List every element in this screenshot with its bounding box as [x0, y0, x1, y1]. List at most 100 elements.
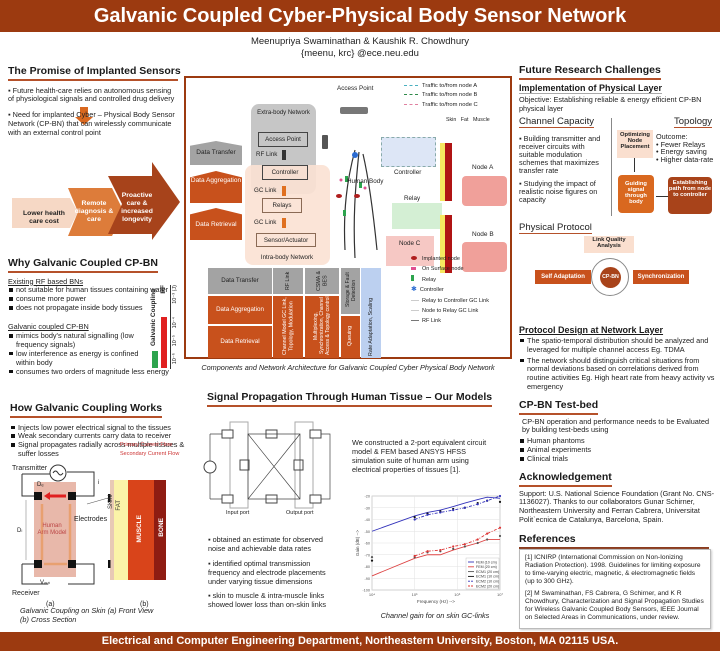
sensor-actuator-box: Sensor/Actuator — [256, 233, 316, 247]
testbed-item: Clinical trials — [519, 454, 715, 464]
gc-text: Channel Model GC Link, Topology, Modulat… — [281, 297, 294, 355]
x-tick-label: 10⁷ — [497, 592, 503, 597]
testbed-title: CP-BN Test-bed — [519, 399, 599, 415]
legend-rf-link: RF Link — [411, 316, 489, 326]
table-cell-gc: Channel Model GC Link, Topology, Modulat… — [273, 296, 303, 358]
surface-node-marker — [339, 178, 343, 182]
relay-marker — [343, 210, 346, 216]
down-arrow-icon — [634, 158, 635, 172]
y-tick-label: -30 — [365, 506, 371, 510]
tissue-muscle: Muscle — [472, 117, 490, 123]
layer-data-retrieval: Data Retrieval — [190, 208, 242, 240]
testbed-intro: CP-BN operation and performance needs to… — [522, 416, 709, 435]
table-row-data-transfer: Data Transfer — [208, 268, 272, 294]
rf-bar-label: RF — [160, 285, 167, 294]
gc-list: mimics body's natural signalling (low fr… — [8, 331, 148, 368]
energy-tick: 10⁻⁴ — [172, 317, 178, 329]
router-icon — [340, 107, 368, 114]
table-row-data-aggregation: Data Aggregation — [208, 296, 272, 324]
data-point — [486, 538, 489, 541]
data-point — [452, 547, 455, 550]
bone-label: BONE — [158, 518, 165, 537]
y-tick-label: -80 — [365, 565, 371, 569]
data-point — [498, 526, 502, 529]
data-point — [370, 559, 374, 562]
node-c-label: Node C — [399, 240, 421, 247]
implanted-node-marker — [336, 194, 342, 198]
rf-link-arrow-icon — [282, 150, 286, 160]
protocol-item: The spatio-temporal distribution should … — [519, 336, 715, 355]
transmitter-label: Transmitter — [12, 465, 48, 472]
legend-controller-label: Controller — [419, 287, 444, 294]
receiver-label: Receiver — [12, 590, 40, 597]
circuit-outer-wires — [209, 433, 331, 500]
cc-bullets: ▪ Building transmitter and receiver circ… — [519, 134, 609, 204]
traffic-b: Traffic to/from node B — [404, 91, 478, 100]
gc-link-label-1: GC Link — [254, 187, 277, 194]
ack-section: Acknowledgement Support: U.S. National S… — [519, 471, 715, 525]
y-axis-label: Gain (dB) --> — [355, 530, 360, 557]
traffic-c-label: Traffic to/from node C — [422, 101, 478, 108]
data-point — [439, 548, 442, 552]
electrodes-label: Electrodes — [74, 516, 108, 523]
arrow-label-1: Lower health care cost — [23, 210, 65, 226]
zc-impedance — [309, 494, 322, 504]
energy-tick: 10⁻⁵ — [172, 335, 178, 347]
signal-bullet: ▪ identified optimal transmission freque… — [208, 558, 326, 586]
data-point — [476, 538, 479, 541]
input-port-label: Input port — [226, 510, 250, 516]
y-tick-label: -60 — [365, 542, 371, 546]
legend-primary: Primary Current Flow — [120, 442, 172, 448]
node-a-label: Node A — [472, 164, 494, 171]
access-point-box: Access Point — [258, 132, 308, 147]
tissue-fat: Fat — [460, 117, 469, 123]
link-quality-box: Link Quality Analysis — [584, 236, 634, 253]
surface-node-marker — [363, 186, 367, 190]
implanted-node-marker — [354, 194, 360, 198]
future-title: Future Research Challenges — [519, 64, 661, 80]
de-label: Dₑ — [37, 482, 44, 488]
legend-entry: ECM2 (10 cm) — [476, 580, 499, 584]
table-cell-storage: Storage & Fault Detection — [341, 268, 360, 314]
gc-item: consumes two orders of magnitude less en… — [8, 367, 183, 377]
electrode-icon — [34, 492, 42, 500]
cc-bullet: ▪ Building transmitter and receiver circ… — [519, 134, 601, 176]
tissue-skin: Skin — [446, 117, 457, 123]
legend-entry: ECM1 (10 cm) — [476, 575, 499, 579]
data-point — [463, 506, 466, 509]
layer-data-transfer: Data Transfer — [190, 141, 242, 165]
legend-surface-label: On Surface node — [422, 266, 464, 273]
x-tick-label: 10⁵ — [412, 592, 418, 597]
energy-axis-ticks: 10⁻⁶ 10⁻⁵ 10⁻⁴ 10⁻³ (J) — [172, 285, 182, 369]
legend-node-relay: Node to Relay GC Link — [411, 306, 489, 316]
table-cell-queuing: Queuing — [341, 316, 360, 358]
queuing-text: Queuing — [347, 325, 354, 347]
signal-title: Signal Propagation Through Human Tissue … — [207, 391, 493, 407]
rf-item: does not propagate inside body tissues — [8, 303, 148, 313]
human-body-figure — [336, 149, 378, 259]
architecture-legend: Implanted node On Surface node Relay ✱ Co… — [411, 254, 489, 327]
legend-rf-link-label: RF Link — [422, 318, 441, 325]
protocol-section: Protocol Design at Network Layer The spa… — [519, 325, 715, 392]
zc-impedance — [221, 494, 234, 504]
outcome-block: Outcome: • Fewer Relays • Energy saving … — [656, 133, 713, 164]
energy-tick: 10⁻³ (J) — [172, 285, 178, 304]
legend-entry: ECM1 (20 cm) — [476, 570, 499, 574]
legend-relay-label: Relay — [422, 276, 437, 283]
legend-surface: On Surface node — [411, 264, 489, 274]
gc-link-label-2: GC Link — [254, 219, 277, 226]
relays-box: Relays — [262, 198, 302, 213]
electrode-icon — [68, 492, 76, 500]
authors: Meenupriya Swaminathan & Kaushik R. Chow… — [250, 36, 470, 47]
protocol-title: Protocol Design at Network Layer — [519, 325, 664, 335]
mux-text: Multiplexing, Synchronization, Channel A… — [313, 296, 331, 356]
data-point — [413, 516, 416, 519]
node-a-block — [462, 176, 507, 206]
traffic-a-label: Traffic to/from node A — [422, 83, 478, 89]
rate-text: Rate Adaptation, Scaling — [367, 297, 374, 356]
controller-star-icon: ✱ — [411, 286, 417, 294]
legend-relay-controller: Relay to Controller GC Link — [411, 296, 489, 306]
table-cell-csma: CSMA & BES — [305, 268, 339, 294]
objective: Objective: Establishing reliable & energ… — [519, 95, 702, 114]
legend-entry: ECM2 (20 cm) — [476, 584, 499, 588]
